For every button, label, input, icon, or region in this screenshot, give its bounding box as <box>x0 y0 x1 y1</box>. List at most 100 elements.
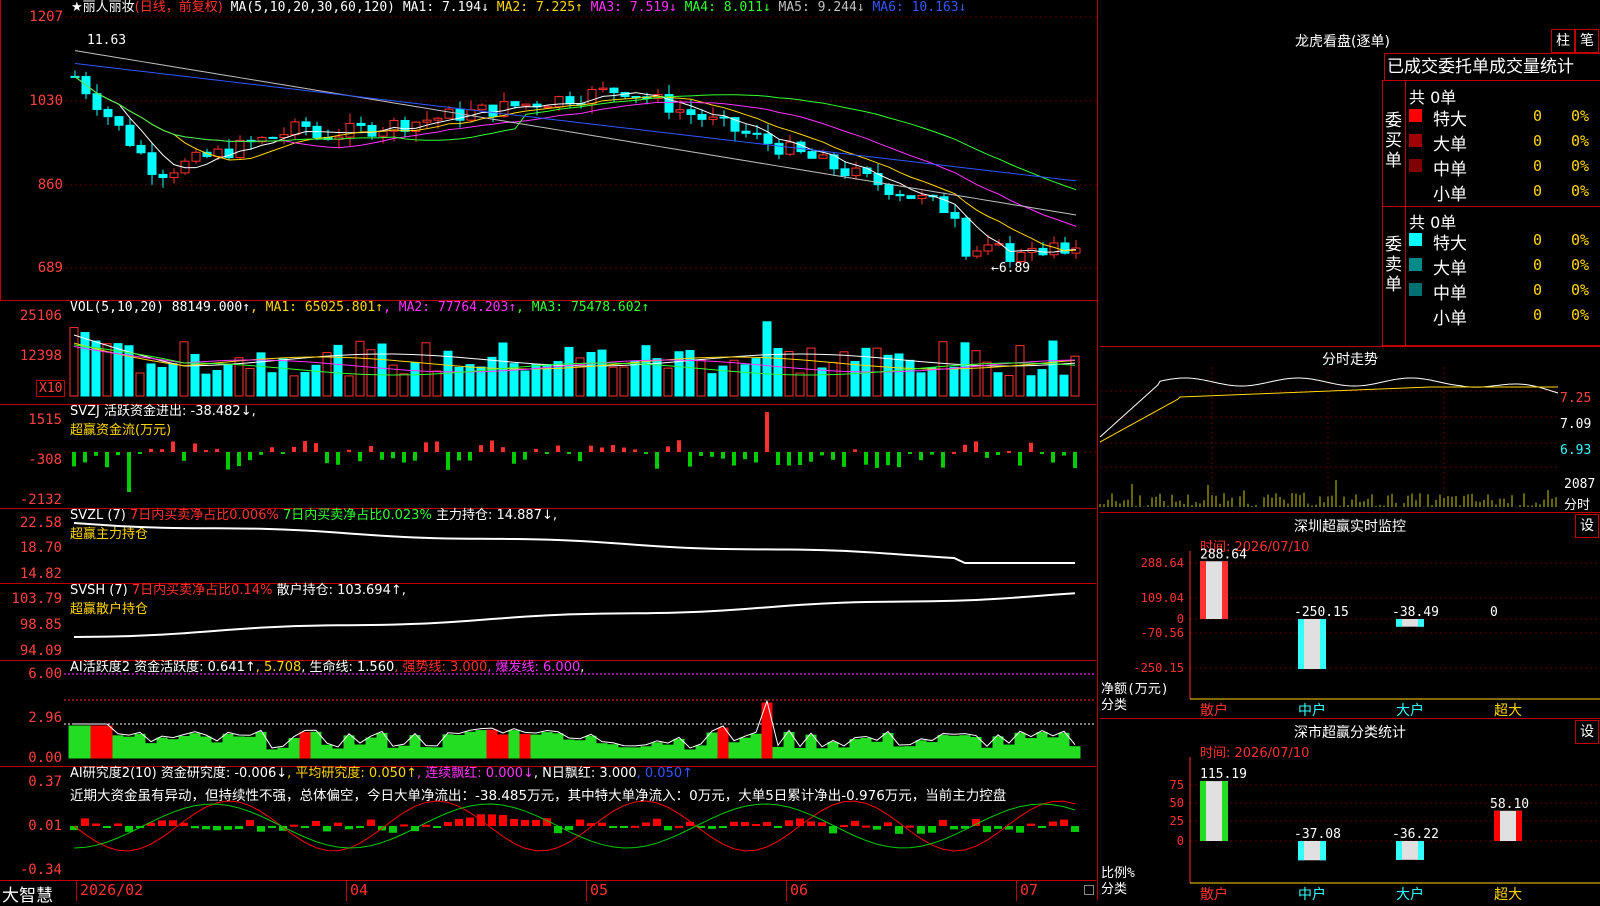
flow-bar <box>270 447 274 452</box>
research-bar <box>873 826 881 830</box>
flow-bar <box>798 452 802 465</box>
y-tick: 0.37 <box>28 774 62 790</box>
candle-body <box>433 117 443 121</box>
volume-bar <box>828 361 838 397</box>
date-label: 05 <box>586 881 608 901</box>
research-bar <box>488 814 496 826</box>
flow-bar <box>402 452 406 463</box>
volume-pane[interactable]: VOL(5,10,20) 88149.000↑, MA1: 65025.801↑… <box>0 300 1096 405</box>
svzl-pane[interactable]: SVZL (7) 7日内买卖净占比0.006% 7日内买卖净占比0.023% 主… <box>0 508 1096 584</box>
ai-research-pane[interactable]: AI研究度2(10) 资金研究度: -0.006↓, 平均研究度: 0.050↑… <box>0 766 1096 880</box>
tick-mode-button[interactable]: 笔 <box>1575 29 1599 53</box>
activity-bar <box>453 734 465 759</box>
value-bar-edge <box>1494 810 1500 841</box>
research-bar <box>1038 826 1046 828</box>
sz-monitor-panel[interactable]: 深圳超赢实时监控 设 时间: 2026/07/10 288.64 109.04 0-… <box>1100 512 1600 719</box>
flow-bar <box>259 452 263 455</box>
research-bar <box>609 826 617 828</box>
sz-monitor-chart[interactable]: 288.64109.040-70.56-250.15净额(万元)分类288.64… <box>1100 513 1600 719</box>
flow-bar <box>314 443 318 452</box>
intraday-panel[interactable]: 分时走势 7.25 7.09 6.93 2087 分时 <box>1099 346 1600 513</box>
ai-activity-pane[interactable]: AI活跃度2 资金活跃度: 0.641↑, 5.708, 生命线: 1.560,… <box>0 660 1096 767</box>
volume-bar <box>696 359 706 397</box>
candle-body <box>565 96 575 105</box>
volume-bar <box>784 350 794 397</box>
ai-activity-chart[interactable] <box>0 660 1096 766</box>
lock-icon <box>1084 885 1094 895</box>
svsh-pane[interactable]: SVSH (7) 7日内买卖净占比0.14% 散户持仓: 103.694↑, 超… <box>0 583 1096 661</box>
activity-bar <box>134 733 146 759</box>
candle-body <box>752 132 762 135</box>
flow-bar <box>1029 442 1033 452</box>
svzj-pane[interactable]: SVZJ 活跃资金进出: -38.482↓, 超赢资金流(万元) 1515 -3… <box>0 404 1096 509</box>
research-bar <box>774 826 782 828</box>
volume-bar <box>927 367 937 397</box>
volume-chart[interactable] <box>0 300 1096 404</box>
retail-holding-line <box>73 592 1076 638</box>
activity-bar <box>365 737 377 759</box>
ai-research-chart[interactable] <box>0 766 1096 880</box>
activity-bar <box>904 746 916 759</box>
volume-bar <box>630 360 640 397</box>
candle-body <box>1060 242 1070 254</box>
value-label: 0 <box>1490 605 1498 620</box>
volume-bar <box>69 327 79 397</box>
research-bar <box>653 818 661 826</box>
category-label: 大户 <box>1396 886 1424 903</box>
value-bar-edge <box>1396 619 1402 627</box>
research-bar <box>521 819 529 826</box>
y-tick: 0.00 <box>28 750 62 766</box>
activity-bar <box>992 736 1004 759</box>
activity-bar <box>178 735 190 759</box>
volume-bar <box>586 351 596 397</box>
kline-chart[interactable] <box>1 0 1097 300</box>
ai-research-y-axis: 0.37 0.01 -0.34 <box>0 766 64 880</box>
research-bar <box>675 825 683 828</box>
flow-bar <box>1007 451 1011 454</box>
research-bar <box>169 820 177 826</box>
flow-bar <box>523 452 527 460</box>
order-color-swatch <box>1409 109 1422 122</box>
activity-bar <box>1058 732 1070 759</box>
y-tick: 6.00 <box>28 666 62 682</box>
activity-bar <box>189 733 201 759</box>
order-pct: 0% <box>1571 306 1590 324</box>
volume-bar <box>806 347 816 397</box>
volume-bar <box>916 372 926 397</box>
candle-body <box>147 152 157 175</box>
volume-bar <box>1059 374 1069 397</box>
volume-bar <box>421 342 431 397</box>
y-tick: -250.15 <box>1133 661 1184 675</box>
activity-bar <box>629 747 641 759</box>
category-label: 中户 <box>1298 886 1326 903</box>
order-count: 0 <box>1533 132 1543 150</box>
sz-class-chart[interactable]: 75 50 25 0 比例%分类 115.19 散户 -37.08 中户 -36.22 大户 58.1… <box>1100 719 1600 903</box>
y-tick: 689 <box>37 260 63 276</box>
activity-bar <box>310 731 322 759</box>
stats-tabs[interactable]: 已成交委托单成交量统计 <box>1384 53 1600 81</box>
candle-body <box>774 142 784 155</box>
research-bar <box>510 818 518 826</box>
research-bar <box>752 823 760 826</box>
svzj-chart[interactable] <box>0 404 1096 508</box>
sz-class-panel[interactable]: 深市超赢分类统计 设 时间: 2026/07/10 75 50 25 0 比例% 分类 11… <box>1100 718 1600 903</box>
activity-bar <box>233 736 245 759</box>
activity-bar <box>860 737 872 759</box>
svzl-chart[interactable] <box>0 508 1096 583</box>
svsh-chart[interactable] <box>0 583 1096 660</box>
bar-mode-button[interactable]: 柱 <box>1551 29 1575 53</box>
intraday-chart[interactable] <box>1099 347 1600 512</box>
flow-bar <box>930 452 934 455</box>
candle-body <box>554 96 564 108</box>
activity-bar <box>739 737 751 759</box>
research-bar <box>345 826 353 830</box>
main-kline-pane[interactable]: ★丽人丽妆(日线，前复权) MA(5,10,20,30,60,120) MA1:… <box>0 0 1097 301</box>
volume-bar <box>135 372 145 397</box>
date-label: 06 <box>786 881 808 901</box>
flow-bar <box>281 452 285 454</box>
ma-line <box>74 63 1077 182</box>
research-bar <box>202 826 210 830</box>
candle-body <box>851 167 861 177</box>
volume-bar <box>971 350 981 397</box>
value-label: -37.08 <box>1294 827 1341 842</box>
